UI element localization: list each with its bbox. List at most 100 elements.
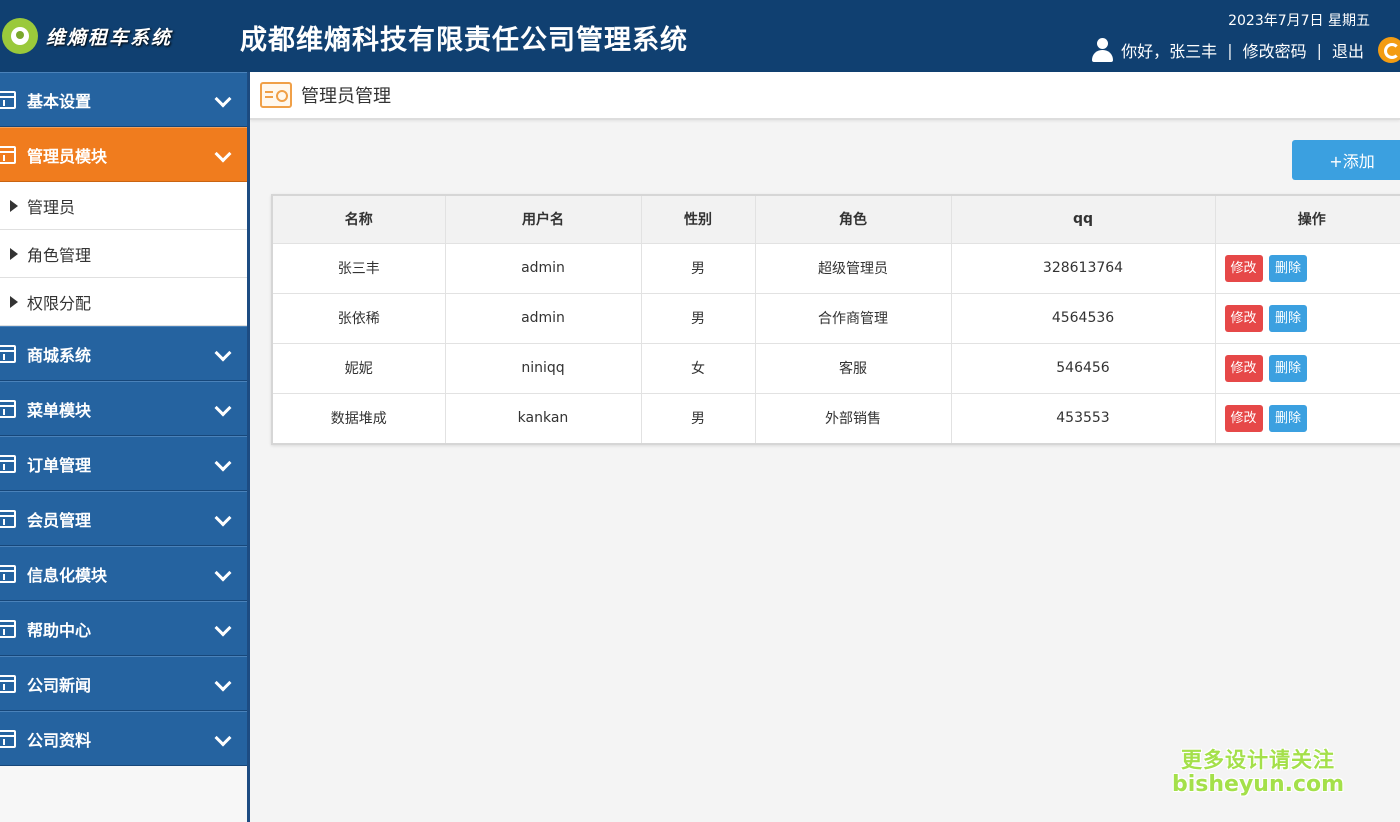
add-button[interactable]: +添加 [1292,140,1400,180]
column-header-username: 用户名 [445,196,642,244]
edit-button[interactable]: 修改 [1224,304,1263,332]
menu-group-basic-settings[interactable]: 基本设置 [0,72,247,127]
cell-name: 数据堆成 [273,393,446,443]
menu-group-order-management[interactable]: 订单管理 [0,436,247,491]
chevron-down-icon [214,399,232,417]
column-header-actions: 操作 [1215,196,1400,244]
sidebar-item-admin[interactable]: 管理员 [0,182,247,230]
date-display: 2023年7月7日 星期五 [1228,13,1370,29]
chevron-down-icon [214,145,232,163]
menu-group-company-profile[interactable]: 公司资料 [0,711,247,766]
cell-name: 张依稀 [273,293,446,344]
table-row: 张三丰 admin 男 超级管理员 328613764 修改 删除 [273,243,1400,294]
menu-group-label: 信息化模块 [27,565,108,585]
edit-button[interactable]: 修改 [1224,254,1263,282]
main-content: 管理员管理 +添加 名称 用户名 性别 角色 qq 操作 张三丰 admin 男… [250,72,1400,822]
user-greeting: 你好，张三丰 [1121,42,1218,61]
cell-username: admin [445,243,642,294]
logout-link[interactable]: 退出 [1332,38,1364,62]
caret-right-icon [10,247,18,260]
menu-group-label: 会员管理 [27,510,92,530]
top-header: 维熵租车系统 成都维熵科技有限责任公司管理系统 2023年7月7日 星期五 你好… [0,0,1400,72]
cell-username: niniqq [445,343,642,394]
cell-gender: 女 [641,343,756,394]
chevron-down-icon [214,344,232,362]
cell-gender: 男 [641,293,756,344]
user-icon [1091,38,1114,62]
sidebar: 基本设置 管理员模块 管理员 角色管理 权限分配 商城系统 菜单模块 订单管理 … [0,72,250,822]
cell-qq: 546456 [951,343,1216,394]
menu-group-label: 基本设置 [27,91,92,111]
folder-icon [0,619,16,638]
logo-text: 维熵租车系统 [46,26,173,49]
page-title: 管理员管理 [301,86,391,107]
watermark-line-1: 更多设计请关注 [1181,748,1336,772]
sidebar-item-label: 角色管理 [27,245,92,265]
menu-group-menu-module[interactable]: 菜单模块 [0,381,247,436]
menu-group-label: 订单管理 [27,455,92,475]
cell-qq: 453553 [951,393,1216,443]
table-row: 张依稀 admin 男 合作商管理 4564536 修改 删除 [273,293,1400,344]
sidebar-item-permission-assignment[interactable]: 权限分配 [0,278,247,326]
table-row: 数据堆成 kankan 男 外部销售 453553 修改 删除 [273,393,1400,443]
menu-group-member-management[interactable]: 会员管理 [0,491,247,546]
folder-icon [0,674,16,693]
sidebar-item-label: 权限分配 [27,293,92,313]
folder-icon [0,399,16,418]
menu-group-help-center[interactable]: 帮助中心 [0,601,247,656]
delete-button[interactable]: 删除 [1268,354,1307,382]
folder-icon [0,344,16,363]
cell-actions: 修改 删除 [1215,293,1400,344]
separator: | [1227,40,1233,60]
cell-qq: 4564536 [951,293,1216,344]
menu-group-label: 帮助中心 [27,620,92,640]
table-row: 妮妮 niniqq 女 客服 546456 修改 删除 [273,343,1400,394]
delete-button[interactable]: 删除 [1268,304,1307,332]
folder-icon [0,509,16,528]
menu-group-label: 商城系统 [27,345,92,365]
chevron-down-icon [214,674,232,692]
chevron-down-icon [214,90,232,108]
chevron-down-icon [214,564,232,582]
admin-table: 名称 用户名 性别 角色 qq 操作 张三丰 admin 男 超级管理员 328… [271,194,1400,445]
chevron-down-icon [214,454,232,472]
cell-role: 超级管理员 [755,243,952,294]
delete-button[interactable]: 删除 [1268,254,1307,282]
chevron-down-icon [214,509,232,527]
watermark-line-2: bisheyun.com [1172,772,1345,797]
column-header-qq: qq [951,196,1216,244]
change-password-link[interactable]: 修改密码 [1243,38,1307,62]
edit-button[interactable]: 修改 [1224,354,1263,382]
sidebar-item-label: 管理员 [27,197,76,217]
caret-right-icon [10,295,18,308]
cell-actions: 修改 删除 [1215,393,1400,443]
separator: | [1316,40,1322,60]
sidebar-item-role-management[interactable]: 角色管理 [0,230,247,278]
menu-group-company-news[interactable]: 公司新闻 [0,656,247,711]
cell-qq: 328613764 [951,243,1216,294]
table-header-row: 名称 用户名 性别 角色 qq 操作 [273,196,1400,244]
folder-icon [0,729,16,748]
menu-group-informatization[interactable]: 信息化模块 [0,546,247,601]
column-header-role: 角色 [755,196,952,244]
user-bar: 你好，张三丰 | 修改密码 | 退出 [1091,37,1400,63]
edit-button[interactable]: 修改 [1224,404,1263,432]
app-title: 成都维熵科技有限责任公司管理系统 [240,25,688,56]
cell-username: admin [445,293,642,344]
cell-name: 妮妮 [273,343,446,394]
delete-button[interactable]: 删除 [1268,404,1307,432]
chevron-down-icon [214,619,232,637]
cell-gender: 男 [641,243,756,294]
cell-gender: 男 [641,393,756,443]
page-icon [260,82,292,108]
menu-group-mall-system[interactable]: 商城系统 [0,326,247,381]
column-header-gender: 性别 [641,196,756,244]
column-header-name: 名称 [273,196,446,244]
cell-role: 合作商管理 [755,293,952,344]
menu-group-admin-module[interactable]: 管理员模块 [0,127,247,182]
watermark: 更多设计请关注 bisheyun.com [1172,744,1344,797]
cell-role: 外部销售 [755,393,952,443]
logout-icon[interactable] [1378,37,1400,63]
cell-role: 客服 [755,343,952,394]
folder-icon [0,564,16,583]
